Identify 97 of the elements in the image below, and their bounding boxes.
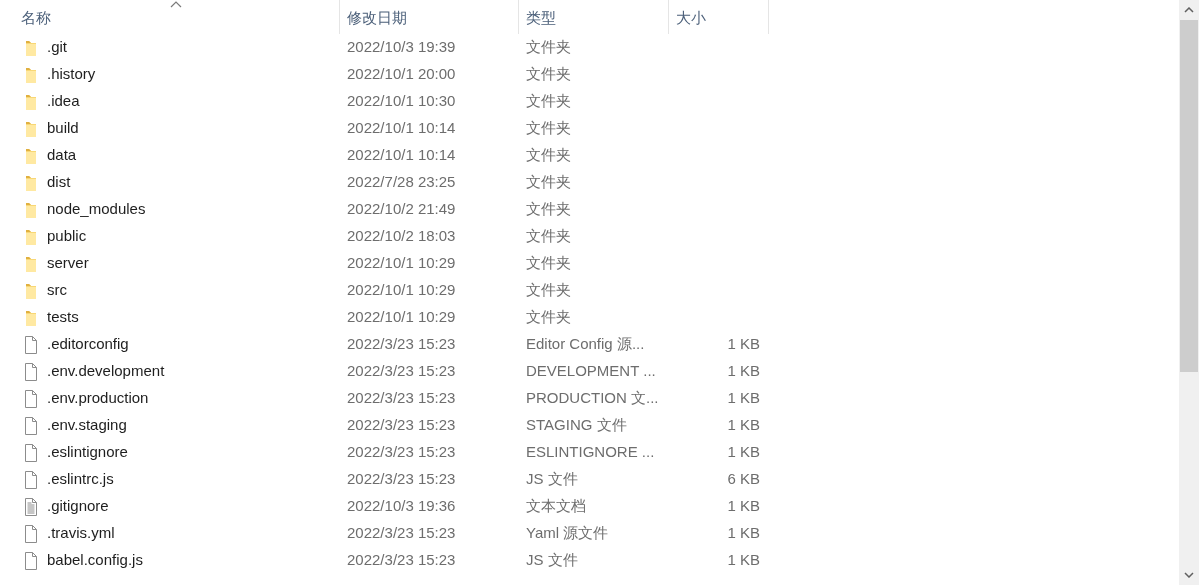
file-type: STAGING 文件 <box>526 416 627 434</box>
file-type: 文件夹 <box>526 281 571 299</box>
file-name[interactable]: .eslintignore <box>47 441 128 464</box>
column-header[interactable]: 大小 <box>669 0 769 34</box>
modified-date: 2022/3/23 15:23 <box>347 389 456 407</box>
file-name[interactable]: .history <box>47 63 96 86</box>
modified-date: 2022/7/28 23:25 <box>347 173 456 191</box>
modified-date: 2022/3/23 15:23 <box>347 416 456 434</box>
file-type: Editor Config 源... <box>526 335 645 353</box>
file-name[interactable]: .env.production <box>47 387 149 410</box>
file-type: 文件夹 <box>526 227 571 245</box>
chevron-up-icon <box>1184 7 1194 13</box>
file-icon <box>24 416 38 435</box>
file-icon <box>24 470 38 489</box>
file-name[interactable]: .eslintrc.js <box>47 468 114 491</box>
file-type: PRODUCTION 文... <box>526 389 659 407</box>
scrollbar[interactable] <box>1179 0 1199 585</box>
file-type: 文件夹 <box>526 65 571 83</box>
file-name[interactable]: node_modules <box>47 198 146 221</box>
folder-icon <box>24 119 38 138</box>
file-icon <box>24 389 38 408</box>
file-type: DEVELOPMENT ... <box>526 362 656 380</box>
file-size: 1 KB <box>727 362 760 380</box>
modified-date: 2022/10/1 10:29 <box>347 308 456 326</box>
file-size: 1 KB <box>727 416 760 434</box>
file-size: 1 KB <box>727 524 760 542</box>
column-header[interactable]: 修改日期 <box>340 0 519 34</box>
file-name[interactable]: src <box>47 279 67 302</box>
file-name[interactable]: build <box>47 117 79 140</box>
folder-icon <box>24 173 38 192</box>
modified-date: 2022/10/2 21:49 <box>347 200 456 218</box>
file-name[interactable]: .env.staging <box>47 414 127 437</box>
modified-date: 2022/3/23 15:23 <box>347 470 456 488</box>
file-name[interactable]: .gitignore <box>47 495 109 518</box>
file-name[interactable]: .env.development <box>47 360 165 383</box>
modified-date: 2022/10/3 19:36 <box>347 497 456 515</box>
column-header[interactable]: 名称 <box>0 0 340 34</box>
file-type: ESLINTIGNORE ... <box>526 443 655 461</box>
folder-icon <box>24 146 38 165</box>
modified-date: 2022/10/1 10:29 <box>347 254 456 272</box>
file-size: 6 KB <box>727 470 760 488</box>
modified-date: 2022/10/1 20:00 <box>347 65 456 83</box>
file-icon <box>24 443 38 462</box>
folder-icon <box>24 254 38 273</box>
file-icon <box>24 551 38 570</box>
file-type: 文件夹 <box>526 38 571 56</box>
file-type: 文件夹 <box>526 254 571 272</box>
folder-icon <box>24 65 38 84</box>
file-size: 1 KB <box>727 335 760 353</box>
modified-date: 2022/3/23 15:23 <box>347 335 456 353</box>
file-name[interactable]: tests <box>47 306 79 329</box>
folder-icon <box>24 200 38 219</box>
file-type: 文件夹 <box>526 92 571 110</box>
file-name[interactable]: data <box>47 144 77 167</box>
file-type: 文件夹 <box>526 119 571 137</box>
file-type: 文件夹 <box>526 146 571 164</box>
file-type: Yaml 源文件 <box>526 524 609 542</box>
folder-icon <box>24 38 38 57</box>
file-size: 1 KB <box>727 551 760 569</box>
file-type: JS 文件 <box>526 470 578 488</box>
file-size: 1 KB <box>727 497 760 515</box>
folder-icon <box>24 308 38 327</box>
column-header[interactable]: 类型 <box>519 0 669 34</box>
file-name[interactable]: babel.config.js <box>47 549 143 572</box>
file-name[interactable]: dist <box>47 171 71 194</box>
modified-date: 2022/10/1 10:29 <box>347 281 456 299</box>
file-name[interactable]: .travis.yml <box>47 522 115 545</box>
modified-date: 2022/10/2 18:03 <box>347 227 456 245</box>
file-size: 1 KB <box>727 443 760 461</box>
file-name[interactable]: public <box>47 225 87 248</box>
file-type: JS 文件 <box>526 551 578 569</box>
file-name[interactable]: .editorconfig <box>47 333 129 356</box>
modified-date: 2022/10/3 19:39 <box>347 38 456 56</box>
text-document-icon <box>24 497 38 516</box>
modified-date: 2022/3/23 15:23 <box>347 551 456 569</box>
modified-date: 2022/3/23 15:23 <box>347 524 456 542</box>
file-type: 文件夹 <box>526 308 571 326</box>
modified-date: 2022/10/1 10:14 <box>347 119 456 137</box>
file-type: 文件夹 <box>526 200 571 218</box>
modified-date: 2022/3/23 15:23 <box>347 443 456 461</box>
file-size: 1 KB <box>727 389 760 407</box>
modified-date: 2022/10/1 10:14 <box>347 146 456 164</box>
file-icon <box>24 362 38 381</box>
folder-icon <box>24 281 38 300</box>
file-icon <box>24 335 38 354</box>
folder-icon <box>24 92 38 111</box>
modified-date: 2022/3/23 15:23 <box>347 362 456 380</box>
file-icon <box>24 524 38 543</box>
scroll-thumb[interactable] <box>1180 20 1198 372</box>
file-type: 文本文档 <box>526 497 586 515</box>
file-type: 文件夹 <box>526 173 571 191</box>
modified-date: 2022/10/1 10:30 <box>347 92 456 110</box>
file-name[interactable]: .git <box>47 36 67 59</box>
file-name[interactable]: .idea <box>47 90 80 113</box>
file-name[interactable]: server <box>47 252 89 275</box>
folder-icon <box>24 227 38 246</box>
chevron-down-icon <box>1184 572 1194 578</box>
